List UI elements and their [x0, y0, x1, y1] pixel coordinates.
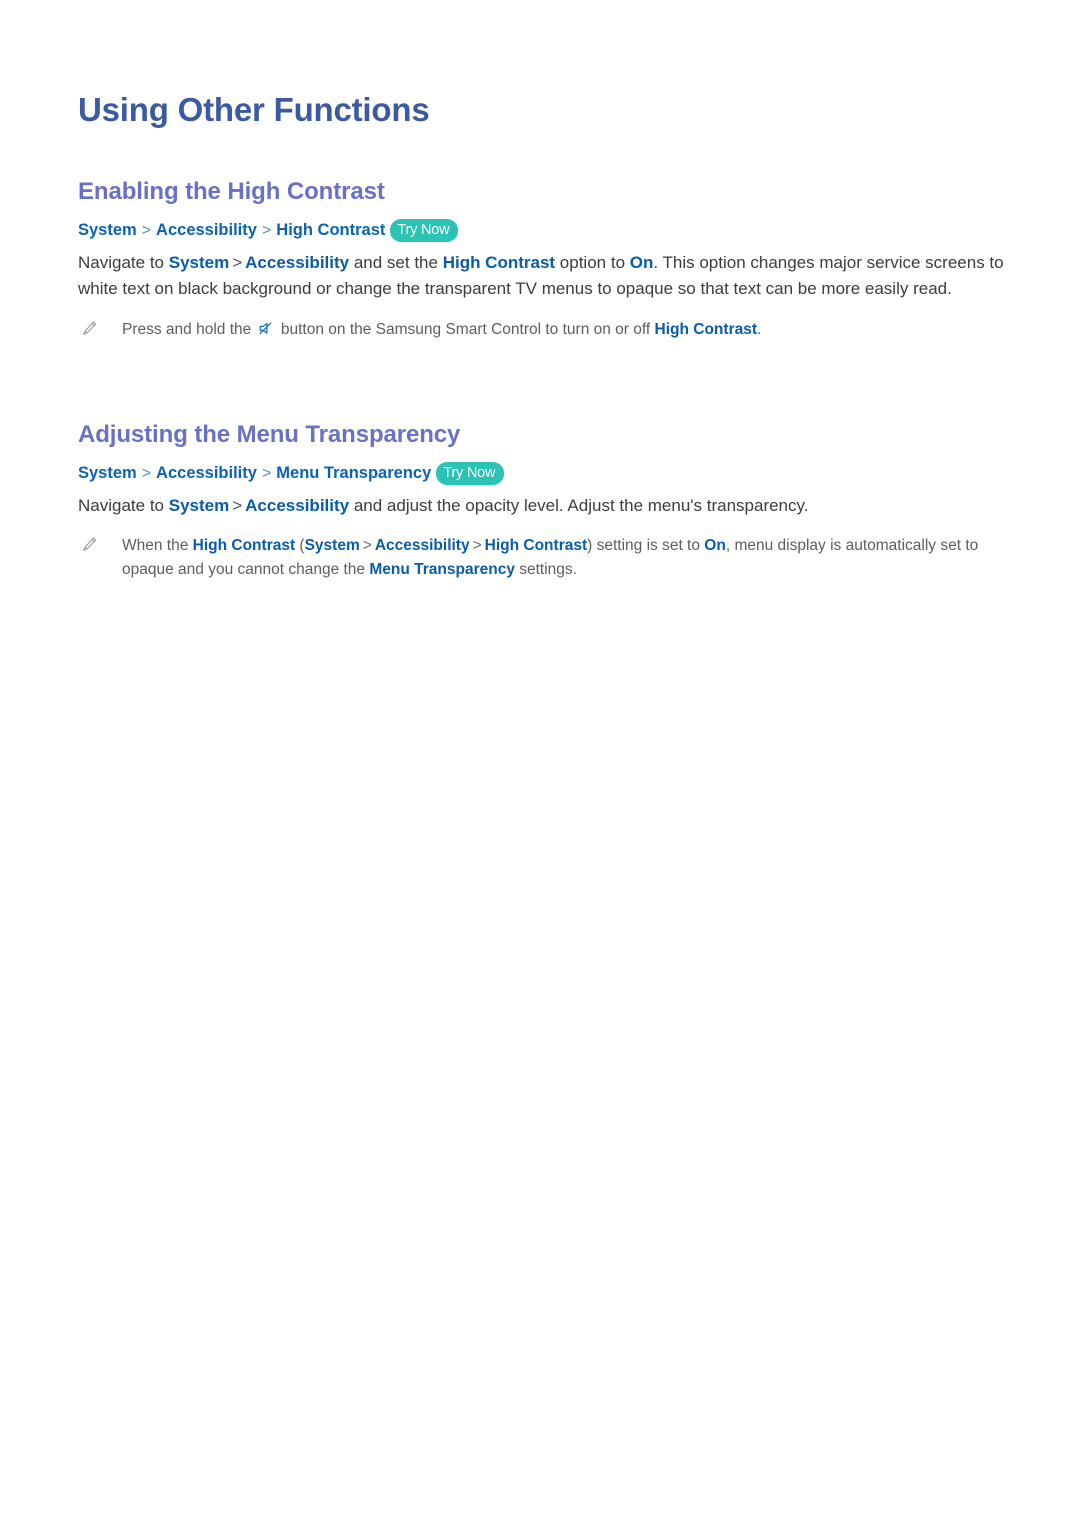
- text-fragment: settings.: [514, 561, 577, 579]
- inline-link-accessibility[interactable]: Accessibility: [245, 253, 349, 272]
- section-enabling-high-contrast: Enabling the High Contrast System > Access…: [78, 178, 1008, 342]
- breadcrumb-separator-icon: >: [261, 221, 272, 239]
- text-fragment: Press and hold the: [122, 320, 256, 338]
- link-separator-icon: >: [472, 537, 482, 555]
- text-fragment: setting is set to: [592, 537, 705, 555]
- breadcrumb: System > Accessibility > High Contrast Try No…: [78, 218, 1008, 242]
- link-separator-icon: >: [232, 495, 243, 515]
- breadcrumb-item-menu-transparency[interactable]: Menu Transparency: [276, 464, 431, 482]
- breadcrumb-separator-icon: >: [141, 221, 152, 239]
- text-fragment: button on the Samsung Smart Control to t…: [276, 320, 655, 338]
- breadcrumb-separator-icon: >: [141, 464, 152, 482]
- text-fragment: When the: [122, 537, 193, 555]
- inline-link-accessibility[interactable]: Accessibility: [245, 496, 349, 515]
- section-heading: Enabling the High Contrast: [78, 178, 385, 205]
- pencil-icon: [81, 320, 98, 337]
- inline-link-high-contrast[interactable]: High Contrast: [655, 321, 757, 338]
- inline-link-on[interactable]: On: [704, 537, 726, 554]
- pencil-icon: [81, 536, 98, 553]
- body-paragraph: Navigate to System > Accessibility and set…: [78, 250, 1008, 303]
- try-now-badge[interactable]: Try Now: [390, 218, 459, 242]
- text-fragment: option to: [555, 252, 630, 272]
- inline-link-on[interactable]: On: [630, 253, 654, 272]
- section-adjusting-menu-transparency: Adjusting the Menu Transparency System > A…: [78, 421, 1008, 582]
- breadcrumb-item-accessibility[interactable]: Accessibility: [156, 464, 257, 482]
- breadcrumb-separator-icon: >: [261, 464, 272, 482]
- page-title: Using Other Functions: [78, 91, 430, 129]
- text-fragment: Navigate to: [78, 252, 169, 272]
- breadcrumb-item-system[interactable]: System: [78, 221, 137, 239]
- breadcrumb: System > Accessibility > Menu Transparency Tr…: [78, 461, 1008, 485]
- breadcrumb-item-high-contrast[interactable]: High Contrast: [276, 221, 385, 239]
- link-separator-icon: >: [232, 252, 243, 272]
- text-fragment: .: [757, 320, 762, 338]
- inline-link-high-contrast[interactable]: High Contrast: [443, 253, 555, 272]
- body-paragraph: Navigate to System > Accessibility and adj…: [78, 493, 1008, 519]
- text-fragment: and set the: [349, 252, 443, 272]
- breadcrumb-item-system[interactable]: System: [78, 464, 137, 482]
- try-now-badge[interactable]: Try Now: [436, 461, 505, 485]
- text-fragment: Navigate to: [78, 495, 169, 515]
- inline-link-menu-transparency[interactable]: Menu Transparency: [369, 561, 515, 578]
- inline-link-system[interactable]: System: [305, 537, 360, 554]
- document-page: Using Other Functions Enabling the High …: [0, 0, 1080, 1527]
- inline-link-system[interactable]: System: [169, 253, 229, 272]
- text-fragment: (: [295, 537, 305, 555]
- inline-link-high-contrast[interactable]: High Contrast: [485, 537, 587, 554]
- note-block: When the High Contrast (System > Accessibi…: [78, 534, 1008, 582]
- text-fragment: and adjust the opacity level. Adjust the…: [349, 495, 809, 515]
- inline-link-accessibility[interactable]: Accessibility: [375, 537, 470, 554]
- note-block: Press and hold the button on the Samsung…: [78, 318, 1008, 342]
- breadcrumb-item-accessibility[interactable]: Accessibility: [156, 221, 257, 239]
- inline-link-system[interactable]: System: [169, 496, 229, 515]
- section-heading: Adjusting the Menu Transparency: [78, 421, 461, 448]
- link-separator-icon: >: [362, 537, 372, 555]
- inline-link-high-contrast[interactable]: High Contrast: [193, 537, 295, 554]
- mute-icon: [258, 320, 275, 335]
